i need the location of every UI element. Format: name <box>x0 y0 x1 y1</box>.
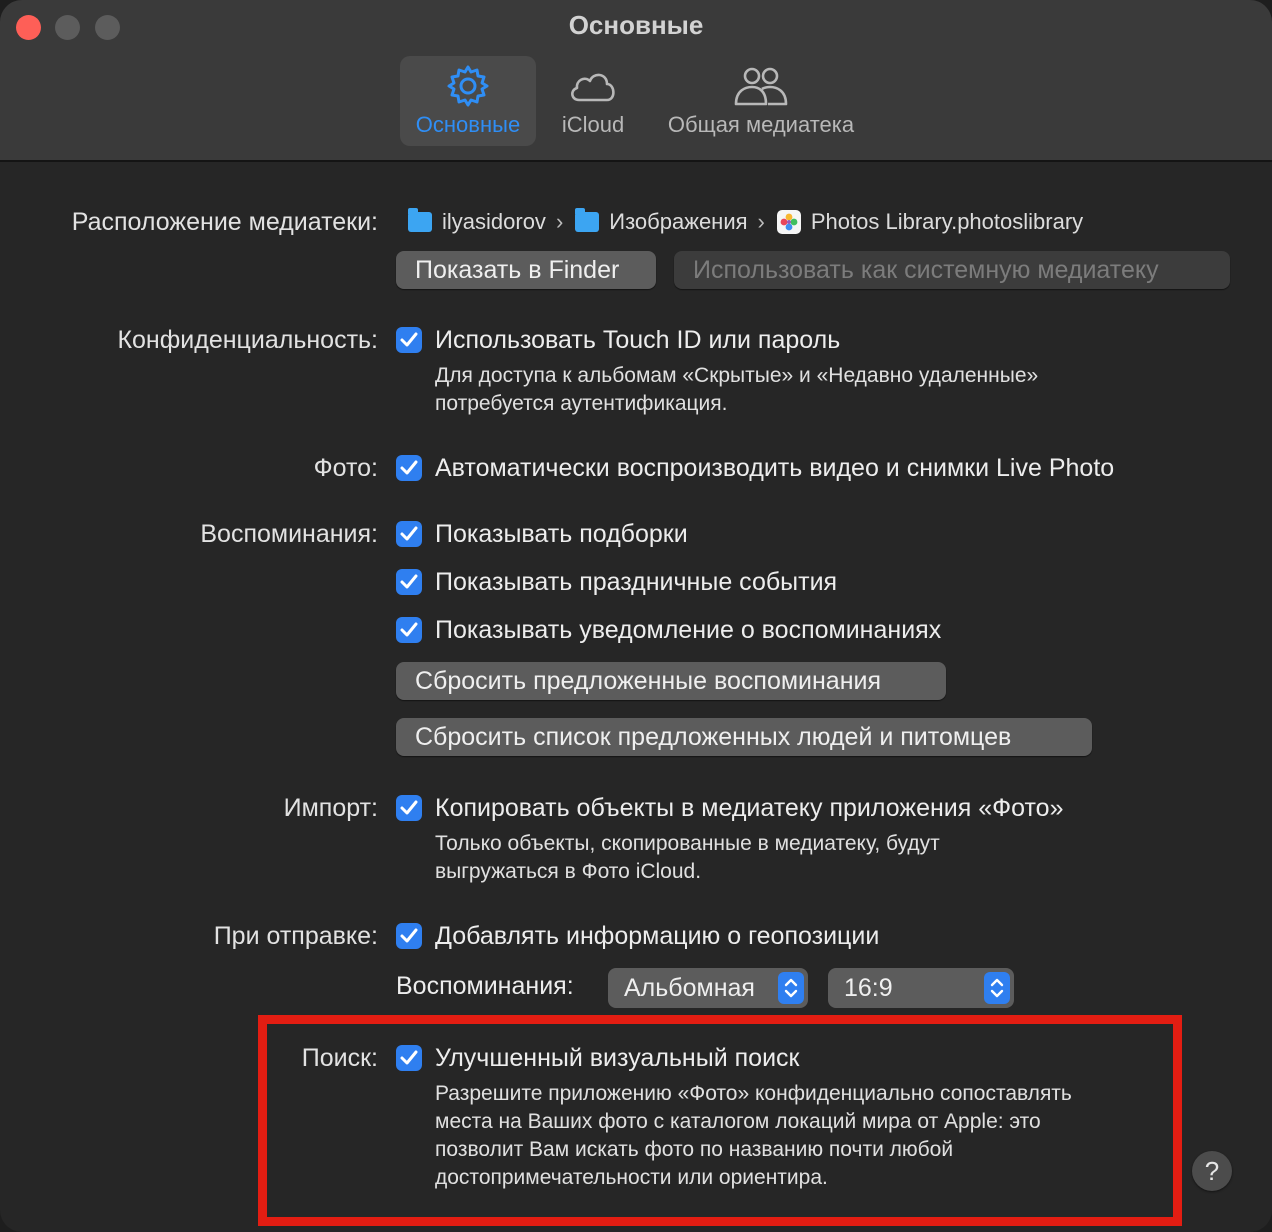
aspect-ratio-stepper <box>984 972 1010 1004</box>
people-icon <box>734 67 788 106</box>
photos-label: Фото: <box>313 454 378 482</box>
show-holidays-checkbox[interactable] <box>396 569 422 595</box>
touch-id-option: Использовать Touch ID или пароль <box>435 326 841 354</box>
show-in-finder-button[interactable]: Показать в Finder <box>396 251 656 289</box>
show-featured-checkbox[interactable] <box>396 521 422 547</box>
copy-items-checkbox[interactable] <box>396 795 422 821</box>
checkmark-icon <box>400 526 418 541</box>
path-item-library: Photos Library.photoslibrary <box>810 209 1084 235</box>
up-down-chevron-icon <box>784 978 798 998</box>
tab-general[interactable]: Основные <box>400 56 536 146</box>
help-button[interactable]: ? <box>1192 1151 1232 1191</box>
preferences-window: Основные Основные iCloud Общая медиатека… <box>0 0 1272 1232</box>
show-holidays-option: Показывать праздничные события <box>435 568 838 596</box>
pictures-folder-icon <box>575 208 600 233</box>
memories-label: Воспоминания: <box>200 520 378 548</box>
tab-icloud[interactable]: iCloud <box>548 56 638 146</box>
privacy-note-line1: Для доступа к альбомам «Скрытые» и «Неда… <box>435 364 1039 387</box>
memories-notification-checkbox[interactable] <box>396 617 422 643</box>
orientation-popup[interactable]: Альбомная <box>608 968 808 1008</box>
reset-suggested-memories-button[interactable]: Сбросить предложенные воспоминания <box>396 662 946 700</box>
reset-suggested-people-button[interactable]: Сбросить список предложенных людей и пит… <box>396 718 1092 756</box>
autoplay-checkbox[interactable] <box>396 455 422 481</box>
import-label: Импорт: <box>283 794 378 822</box>
toolbar: Основные Основные iCloud Общая медиатека <box>0 0 1272 162</box>
aspect-ratio-value: 16:9 <box>844 974 893 1002</box>
tab-general-label: Основные <box>415 112 521 137</box>
photos-library-icon <box>776 210 801 235</box>
privacy-label: Конфиденциальность: <box>117 326 378 354</box>
touch-id-checkbox[interactable] <box>396 327 422 353</box>
checkmark-icon <box>400 928 418 943</box>
checkmark-icon <box>400 622 418 637</box>
import-note-line1: Только объекты, скопированные в медиатек… <box>435 832 940 855</box>
sharing-label: При отправке: <box>213 922 378 950</box>
path-item-home: ilyasidorov <box>442 209 546 235</box>
checkmark-icon <box>400 332 418 347</box>
copy-items-option: Копировать объекты в медиатеку приложени… <box>435 794 1064 822</box>
photos-flower-icon <box>780 213 798 231</box>
library-path: ilyasidorov › Изображения › Photos Library.… <box>408 208 1083 240</box>
window-title: Основные <box>568 10 704 40</box>
orientation-value: Альбомная <box>624 974 755 1002</box>
checkmark-icon <box>400 800 418 815</box>
orientation-stepper <box>778 972 804 1004</box>
checkmark-icon <box>400 574 418 589</box>
tab-shared-library-label: Общая медиатека <box>667 112 855 137</box>
use-as-system-library-button[interactable]: Использовать как системную медиатеку <box>674 251 1230 289</box>
tab-icloud-label: iCloud <box>561 112 625 137</box>
home-folder-icon <box>408 208 432 233</box>
privacy-note-line2: потребуется аутентификация. <box>435 392 728 415</box>
aspect-ratio-popup[interactable]: 16:9 <box>828 968 1014 1008</box>
sharing-memories-label: Воспоминания: <box>396 972 574 1000</box>
include-location-checkbox[interactable] <box>396 923 422 949</box>
library-location-label: Расположение медиатеки: <box>71 208 378 236</box>
path-item-pictures: Изображения <box>609 209 748 235</box>
import-note-line2: выгружаться в Фото iCloud. <box>435 860 702 883</box>
autoplay-option: Автоматически воспроизводить видео и сни… <box>435 454 1115 482</box>
chevron-right-icon: › <box>555 209 564 235</box>
highlight-frame <box>258 1015 1182 1226</box>
include-location-option: Добавлять информацию о геопозиции <box>435 922 880 950</box>
show-featured-option: Показывать подборки <box>435 520 688 548</box>
tab-shared-library[interactable]: Общая медиатека <box>656 56 866 146</box>
checkmark-icon <box>400 460 418 475</box>
up-down-chevron-icon <box>990 978 1004 998</box>
cloud-icon <box>571 73 615 102</box>
memories-notification-option: Показывать уведомление о воспоминаниях <box>435 616 942 644</box>
gear-icon <box>447 65 489 107</box>
chevron-right-icon: › <box>757 209 765 235</box>
